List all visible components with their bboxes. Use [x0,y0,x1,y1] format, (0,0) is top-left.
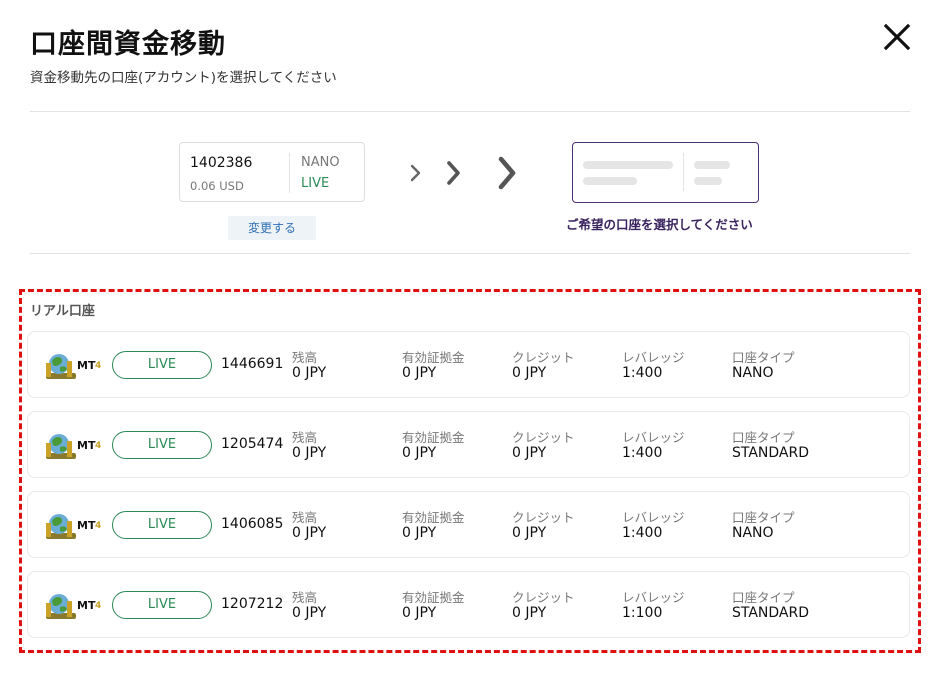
placeholder-bar [583,161,673,169]
field-value-balance: 0 JPY [292,525,327,541]
field-label-credit: クレジット [512,590,575,605]
source-account-type: NANO [301,155,340,170]
account-row[interactable]: MT 4 LIVE 1205474 残高 0 JPY 有効証拠金 0 JPY クレジット 0 JP… [27,411,910,478]
account-number: 1446691 [221,356,284,372]
source-account-balance: 0.06 USD [190,179,244,193]
field-value-account-type: NANO [732,365,774,381]
field-value-credit: 0 JPY [512,365,547,381]
svg-text:MT: MT [77,599,96,612]
field-value-credit: 0 JPY [512,605,547,621]
page-title: 口座間資金移動 [30,29,226,60]
field-label-credit: クレジット [512,430,575,445]
close-icon [883,23,911,51]
mt4-logo-icon: MT 4 [46,594,101,619]
status-badge: LIVE [112,591,212,619]
svg-text:4: 4 [95,441,101,451]
field-label-balance: 残高 [292,590,318,605]
field-label-leverage: レバレッジ [622,350,685,365]
account-row[interactable]: MT 4 LIVE 1406085 残高 0 JPY 有効証拠金 0 JPY クレジット 0 JP… [27,491,910,558]
source-account-status: LIVE [301,176,330,191]
field-label-account-type: 口座タイプ [732,350,795,365]
change-source-button[interactable]: 変更する [228,216,316,240]
status-badge: LIVE [112,351,212,379]
field-label-margin: 有効証拠金 [402,510,465,525]
placeholder-bar [694,177,722,185]
field-label-margin: 有効証拠金 [402,350,465,365]
svg-text:4: 4 [95,361,101,371]
chevron-right-icon [410,156,516,190]
field-label-credit: クレジット [512,510,575,525]
field-label-balance: 残高 [292,510,318,525]
status-badge: LIVE [112,431,212,459]
field-value-leverage: 1:400 [622,365,663,381]
close-button[interactable] [880,20,914,54]
field-label-margin: 有効証拠金 [402,590,465,605]
source-account-card: 1402386 0.06 USD NANO LIVE [179,142,365,202]
field-label-account-type: 口座タイプ [732,510,795,525]
destination-caption: ご希望の口座を選択してください [566,217,753,232]
mt4-logo-icon: MT 4 [46,514,101,539]
page-subtitle: 資金移動先の口座(アカウント)を選択してください [30,70,337,86]
field-value-account-type: NANO [732,525,774,541]
destination-account-card[interactable] [572,142,759,203]
field-value-credit: 0 JPY [512,445,547,461]
field-label-leverage: レバレッジ [622,430,685,445]
field-value-balance: 0 JPY [292,445,327,461]
field-value-leverage: 1:400 [622,525,663,541]
field-value-margin: 0 JPY [402,365,437,381]
field-label-credit: クレジット [512,350,575,365]
field-value-margin: 0 JPY [402,525,437,541]
account-number: 1205474 [221,436,284,452]
field-label-account-type: 口座タイプ [732,430,795,445]
destination-card-divider [683,153,684,191]
placeholder-bar [583,177,637,185]
header-divider [30,111,910,112]
section-divider [30,253,910,254]
account-number: 1406085 [221,516,284,532]
field-value-account-type: STANDARD [732,445,810,461]
source-card-divider [289,153,290,193]
svg-text:MT: MT [77,359,96,372]
svg-text:4: 4 [95,521,101,531]
svg-text:MT: MT [77,439,96,452]
field-value-leverage: 1:400 [622,445,663,461]
field-value-balance: 0 JPY [292,365,327,381]
field-label-balance: 残高 [292,430,318,445]
mt4-logo-icon: MT 4 [46,354,101,379]
field-value-balance: 0 JPY [292,605,327,621]
mt4-logo-icon: MT 4 [46,434,101,459]
field-label-account-type: 口座タイプ [732,590,795,605]
section-title: リアル口座 [30,304,95,319]
account-number: 1207212 [221,596,284,612]
account-row[interactable]: MT 4 LIVE 1207212 残高 0 JPY 有効証拠金 0 JPY クレジット 0 JP… [27,571,910,638]
field-value-credit: 0 JPY [512,525,547,541]
field-label-leverage: レバレッジ [622,590,685,605]
account-row[interactable]: MT 4 LIVE 1446691 残高 0 JPY 有効証拠金 0 JPY クレジット 0 JP… [27,331,910,398]
field-value-margin: 0 JPY [402,605,437,621]
field-label-leverage: レバレッジ [622,510,685,525]
field-value-margin: 0 JPY [402,445,437,461]
svg-text:MT: MT [77,519,96,532]
field-value-account-type: STANDARD [732,605,810,621]
field-label-balance: 残高 [292,350,318,365]
status-badge: LIVE [112,511,212,539]
field-label-margin: 有効証拠金 [402,430,465,445]
placeholder-bar [694,161,730,169]
svg-text:4: 4 [95,601,101,611]
source-account-number: 1402386 [190,155,253,171]
field-value-leverage: 1:100 [622,605,663,621]
